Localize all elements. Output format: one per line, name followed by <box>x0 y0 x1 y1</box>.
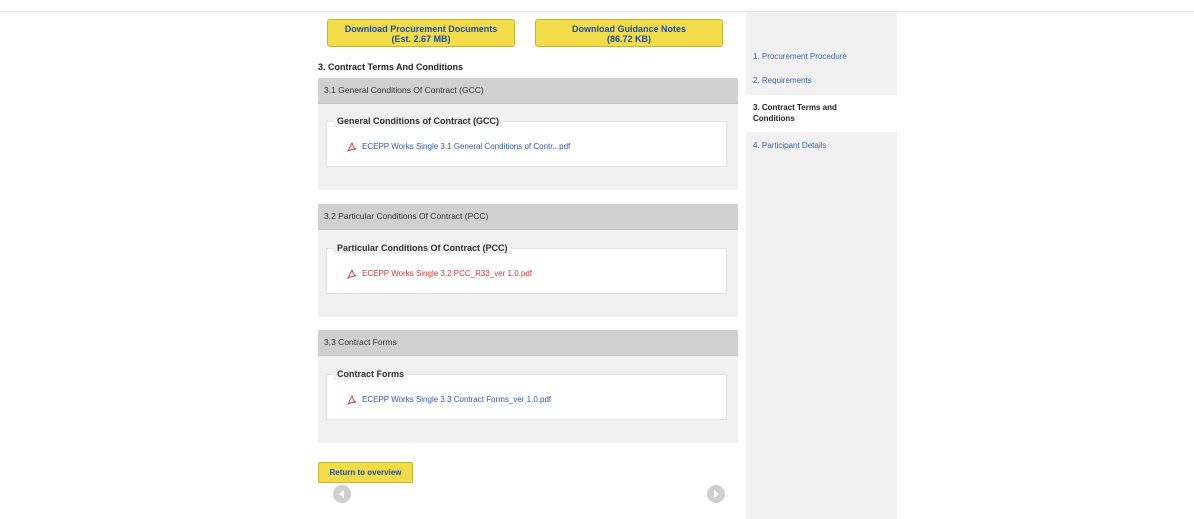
file-link[interactable]: ECEPP Works Single 3.3 Contract Forms_ve… <box>347 395 551 405</box>
return-to-overview-button[interactable]: Return to overview <box>318 462 413 483</box>
section-gcc: 3.1 General Conditions Of Contract (GCC)… <box>318 78 738 190</box>
sidebar-nav: 1. Procurement Procedure 2. Requirements… <box>746 12 897 519</box>
arrow-right-icon <box>714 490 719 498</box>
fieldset-legend: General Conditions of Contract (GCC) <box>333 115 503 127</box>
sidebar-item-participant-details[interactable]: 4. Participant Details <box>746 141 897 150</box>
section-header: 3.2 Particular Conditions Of Contract (P… <box>318 204 738 230</box>
download-guidance-size: (86.72 KB) <box>606 34 651 44</box>
file-link[interactable]: ECEPP Works Single 3.1 General Condition… <box>347 142 570 152</box>
download-guidance-notes-button[interactable]: Download Guidance Notes (86.72 KB) <box>535 19 723 47</box>
fieldset-contract-forms: Contract Forms ECEPP Works Single 3.3 Co… <box>326 368 727 420</box>
download-procurement-size: (Est. 2.67 MB) <box>391 34 451 44</box>
next-button[interactable] <box>707 485 725 503</box>
fieldset-legend: Particular Conditions Of Contract (PCC) <box>333 242 512 254</box>
sidebar-item-label: 3. Contract Terms and <box>753 103 837 112</box>
fieldset-pcc: Particular Conditions Of Contract (PCC) … <box>326 242 727 294</box>
pdf-file-icon <box>347 142 357 152</box>
download-procurement-documents-button[interactable]: Download Procurement Documents (Est. 2.6… <box>327 19 515 47</box>
sidebar-item-label: Conditions <box>753 114 795 123</box>
page-title: 3. Contract Terms And Conditions <box>318 62 464 72</box>
sidebar-item-procurement-procedure[interactable]: 1. Procurement Procedure <box>746 52 897 61</box>
fieldset-legend: Contract Forms <box>333 368 409 380</box>
previous-button[interactable] <box>333 485 351 503</box>
file-name: ECEPP Works Single 3.1 General Condition… <box>362 142 571 152</box>
arrow-left-icon <box>339 490 344 498</box>
file-name: ECEPP Works Single 3.3 Contract Forms_ve… <box>362 395 552 405</box>
main-content: Download Procurement Documents (Est. 2.6… <box>318 0 738 519</box>
section-header: 3.1 General Conditions Of Contract (GCC) <box>318 78 738 104</box>
pdf-file-icon <box>347 395 357 405</box>
file-link[interactable]: ECEPP Works Single 3.2 PCC_R33_ver 1.0.p… <box>347 269 532 279</box>
download-procurement-label: Download Procurement Documents <box>344 24 498 34</box>
section-header: 3.3 Contract Forms <box>318 330 738 356</box>
section-pcc: 3.2 Particular Conditions Of Contract (P… <box>318 204 738 317</box>
section-contract-forms: 3.3 Contract Forms Contract Forms ECEPP … <box>318 330 738 443</box>
file-name: ECEPP Works Single 3.2 PCC_R33_ver 1.0.p… <box>362 269 533 279</box>
sidebar-item-contract-terms[interactable]: 3. Contract Terms and Conditions <box>746 95 897 132</box>
download-guidance-label: Download Guidance Notes <box>571 24 686 34</box>
pdf-file-icon <box>347 269 357 279</box>
sidebar-item-requirements[interactable]: 2. Requirements <box>746 76 897 85</box>
fieldset-gcc: General Conditions of Contract (GCC) ECE… <box>326 115 727 167</box>
